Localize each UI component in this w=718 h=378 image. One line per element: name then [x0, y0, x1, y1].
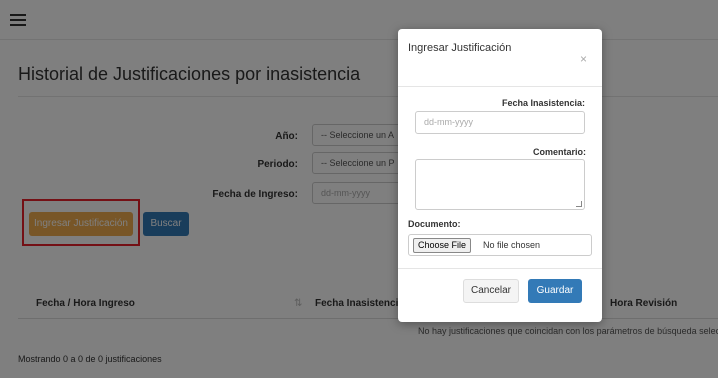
fecha-inasistencia-label: Fecha Inasistencia: [502, 98, 586, 108]
justification-modal: Ingresar Justificación × Fecha Inasisten… [398, 29, 602, 322]
modal-header-divider [398, 86, 602, 87]
file-status: No file chosen [483, 240, 541, 250]
comentario-textarea[interactable] [415, 159, 585, 210]
modal-footer-divider [398, 268, 602, 269]
modal-title: Ingresar Justificación [408, 42, 512, 54]
save-button[interactable]: Guardar [528, 279, 582, 303]
close-icon[interactable]: × [580, 52, 587, 66]
comentario-label: Comentario: [533, 147, 587, 157]
fecha-inasistencia-input[interactable]: dd-mm-yyyy [415, 111, 585, 134]
documento-label: Documento: [408, 219, 461, 229]
cancel-button[interactable]: Cancelar [463, 279, 519, 303]
choose-file-button[interactable]: Choose File [413, 238, 472, 253]
modal-backdrop[interactable] [0, 0, 718, 378]
document-file-input[interactable]: Choose File No file chosen [408, 234, 592, 256]
resize-handle[interactable] [576, 201, 582, 207]
